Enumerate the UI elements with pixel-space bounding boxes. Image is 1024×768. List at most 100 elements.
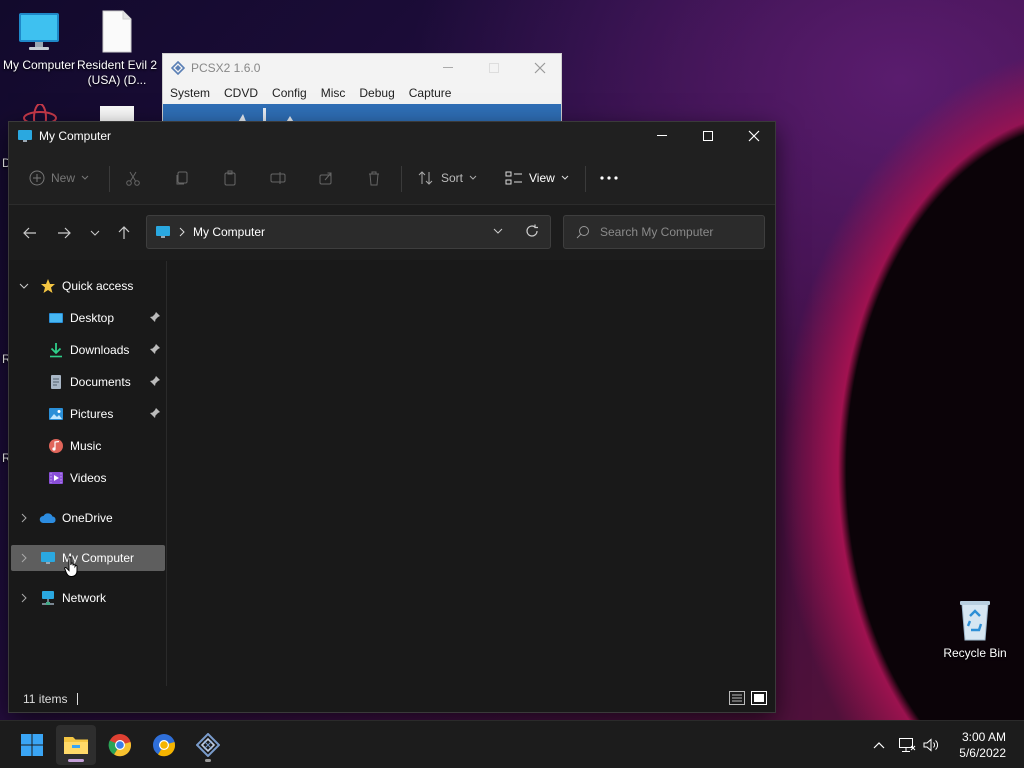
sidebar-label: Network — [62, 591, 107, 605]
arrow-up-icon — [118, 226, 130, 240]
command-bar: New Sort View — [9, 150, 775, 205]
sidebar-item-onedrive[interactable]: OneDrive — [11, 505, 165, 531]
sidebar-label: Downloads — [70, 343, 130, 357]
pin-icon[interactable] — [149, 407, 161, 419]
pcsx2-close-button[interactable] — [517, 54, 563, 82]
trash-icon — [366, 170, 382, 186]
forward-button[interactable] — [50, 219, 78, 247]
explorer-window[interactable]: My Computer New Sort View My Computer Se… — [8, 121, 776, 713]
plus-circle-icon — [29, 170, 45, 186]
download-arrow-icon — [47, 341, 65, 359]
file-icon — [95, 10, 139, 54]
sidebar-item-videos[interactable]: Videos — [11, 465, 165, 491]
paste-button[interactable] — [222, 164, 238, 192]
chevron-down-icon — [81, 175, 89, 181]
monitor-icon — [155, 224, 171, 240]
status-bar: 11 items — [9, 686, 775, 712]
cut-button[interactable] — [125, 164, 141, 192]
pcsx2-logo-icon — [171, 61, 185, 75]
share-button[interactable] — [318, 164, 334, 192]
toolbar-divider — [401, 166, 402, 192]
rename-button[interactable] — [270, 164, 286, 192]
chevron-down-icon — [469, 175, 477, 181]
chrome-canary-icon — [152, 733, 176, 757]
pcsx2-menu-system[interactable]: System — [170, 86, 210, 100]
details-view-icon[interactable] — [729, 691, 745, 705]
pcsx2-minimize-button[interactable] — [425, 54, 471, 82]
taskbar-file-explorer[interactable] — [56, 725, 96, 765]
volume-icon[interactable] — [920, 733, 942, 757]
windows-logo-icon — [20, 733, 44, 757]
address-dropdown-button[interactable] — [493, 228, 503, 234]
pcsx2-maximize-button[interactable] — [471, 54, 517, 82]
system-clock[interactable]: 3:00 AM 5/6/2022 — [959, 729, 1006, 761]
pcsx2-menu-config[interactable]: Config — [272, 86, 307, 100]
recent-locations-button[interactable] — [81, 219, 109, 247]
pin-icon[interactable] — [149, 375, 161, 387]
up-button[interactable] — [110, 219, 138, 247]
sort-button[interactable]: Sort — [417, 164, 477, 192]
chevron-right-icon[interactable] — [17, 511, 31, 525]
navigation-pane[interactable]: Quick access Desktop Downloads Documents… — [9, 261, 167, 686]
sidebar-item-desktop[interactable]: Desktop — [11, 305, 165, 331]
chevron-down-icon[interactable] — [17, 279, 31, 293]
chevron-right-icon[interactable] — [17, 591, 31, 605]
close-button[interactable] — [731, 122, 777, 150]
window-title: My Computer — [39, 129, 112, 143]
taskbar: 3:00 AM 5/6/2022 — [0, 720, 1024, 768]
minimize-button[interactable] — [639, 122, 685, 150]
sidebar-item-my-computer[interactable]: My Computer — [11, 545, 165, 571]
sidebar-item-documents[interactable]: Documents — [11, 369, 165, 395]
pin-icon[interactable] — [149, 311, 161, 323]
more-options-button[interactable] — [599, 164, 619, 192]
taskbar-chrome-canary[interactable] — [144, 725, 184, 765]
pin-icon[interactable] — [149, 343, 161, 355]
pcsx2-menu-debug[interactable]: Debug — [359, 86, 394, 100]
new-button[interactable]: New — [29, 164, 89, 192]
desktop-icon-recycle-bin[interactable]: Recycle Bin — [933, 598, 1017, 661]
toolbar-divider — [109, 166, 110, 192]
cloud-icon — [39, 509, 57, 527]
scissors-icon — [125, 170, 141, 186]
navigation-bar: My Computer — [9, 205, 775, 260]
desktop-icon-resident-evil-2[interactable]: Resident Evil 2 (USA) (D... — [75, 10, 159, 88]
tiles-view-icon[interactable] — [751, 691, 767, 705]
pcsx2-menu-capture[interactable]: Capture — [409, 86, 452, 100]
sidebar-item-quick-access[interactable]: Quick access — [11, 273, 165, 299]
back-button[interactable] — [16, 219, 44, 247]
chevron-right-icon — [179, 227, 185, 237]
sidebar-item-pictures[interactable]: Pictures — [11, 401, 165, 427]
desktop-icon-label: Recycle Bin — [943, 646, 1007, 660]
copy-button[interactable] — [174, 164, 190, 192]
desktop-icon-my-computer[interactable]: My Computer — [0, 10, 81, 73]
maximize-button[interactable] — [685, 122, 731, 150]
chevron-down-icon — [561, 175, 569, 181]
desktop-icon-partial-file[interactable] — [100, 106, 134, 122]
explorer-titlebar[interactable]: My Computer — [9, 122, 775, 150]
chevron-right-icon[interactable] — [17, 551, 31, 565]
pcsx2-menu-misc[interactable]: Misc — [321, 86, 346, 100]
start-button[interactable] — [12, 725, 52, 765]
pictures-icon — [47, 405, 65, 423]
running-indicator — [205, 759, 211, 762]
search-input[interactable] — [600, 225, 750, 239]
sidebar-item-music[interactable]: Music — [11, 433, 165, 459]
network-status-icon[interactable] — [896, 733, 918, 757]
address-bar[interactable]: My Computer — [146, 215, 551, 249]
search-box[interactable] — [563, 215, 765, 249]
show-hidden-icons-button[interactable] — [868, 733, 890, 757]
delete-button[interactable] — [366, 164, 382, 192]
recycle-bin-icon — [953, 598, 997, 642]
view-button[interactable]: View — [505, 164, 569, 192]
sidebar-label: OneDrive — [62, 511, 113, 525]
sidebar-item-downloads[interactable]: Downloads — [11, 337, 165, 363]
pcsx2-menu-cdvd[interactable]: CDVD — [224, 86, 258, 100]
arrow-right-icon — [57, 227, 71, 239]
taskbar-pcsx2[interactable] — [188, 725, 228, 765]
sidebar-item-network[interactable]: Network — [11, 585, 165, 611]
taskbar-chrome[interactable] — [100, 725, 140, 765]
pcsx2-window[interactable]: PCSX2 1.6.0 System CDVD Config Misc Debu… — [162, 53, 563, 124]
breadcrumb-my-computer[interactable]: My Computer — [193, 225, 265, 239]
refresh-icon[interactable] — [525, 224, 539, 238]
file-list-area[interactable] — [167, 261, 775, 686]
